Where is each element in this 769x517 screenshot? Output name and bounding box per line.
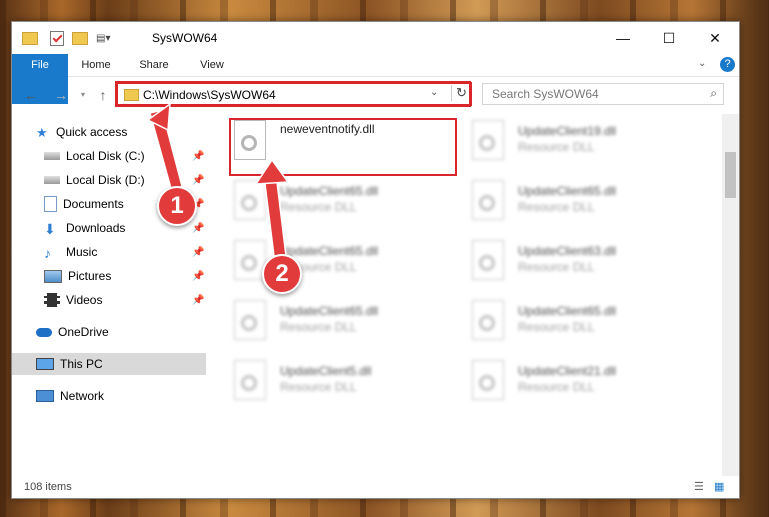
callout-2: 2 — [262, 254, 302, 294]
callout-1: 1 — [157, 186, 197, 226]
annotation-arrows — [146, 102, 290, 257]
arrow-2 — [263, 173, 287, 257]
arrow-1-head — [146, 102, 171, 132]
arrow-2-head — [254, 158, 290, 185]
